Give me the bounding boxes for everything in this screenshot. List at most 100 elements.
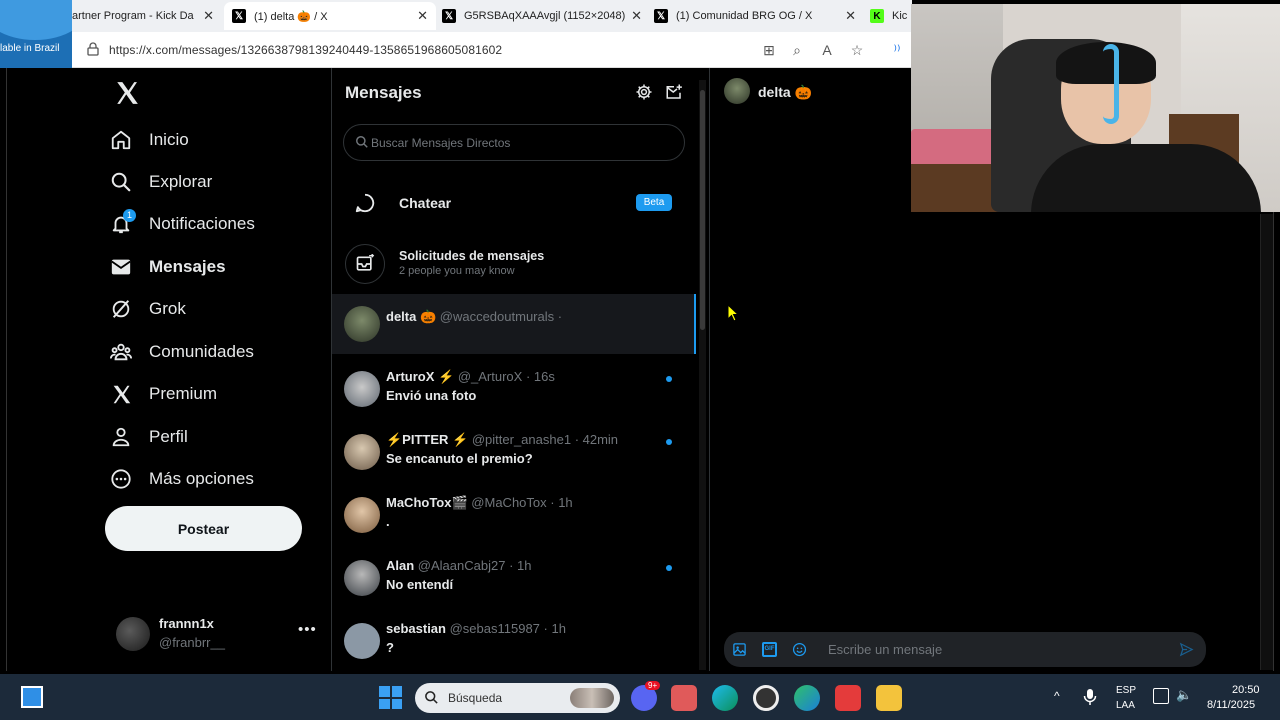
chat-bubble-icon xyxy=(354,192,376,214)
conversation-row[interactable]: sebastian @sebas115987 · 1h ? xyxy=(332,609,696,669)
sidebar-item-label: Comunidades xyxy=(149,342,254,361)
conversation-row-selected[interactable]: delta 🎃 @waccedoutmurals · xyxy=(332,294,696,354)
streaming-app-icon[interactable] xyxy=(835,685,861,711)
gear-icon[interactable] xyxy=(635,83,653,101)
page-scrollbar[interactable] xyxy=(1260,214,1273,670)
sidebar-item-notificaciones[interactable]: 1 Notificaciones xyxy=(110,209,255,239)
sidebar-item-inicio[interactable]: Inicio xyxy=(110,125,189,155)
conversation-header: MaChoTox🎬 @MaChoTox · 1h xyxy=(386,495,573,511)
speaker-icon[interactable]: 🔈 xyxy=(1176,687,1192,703)
side-window-fragment: lable in Brazil xyxy=(0,0,72,68)
address-bar[interactable]: https://x.com/messages/13266387981392404… xyxy=(72,32,912,68)
avatar xyxy=(344,497,380,533)
sidebar-item-comunidades[interactable]: Comunidades xyxy=(110,337,254,367)
home-icon xyxy=(110,129,132,151)
close-icon[interactable]: ✕ xyxy=(845,8,856,24)
microphone-icon[interactable] xyxy=(1083,688,1097,706)
sidebar-item-label: Grok xyxy=(149,299,186,318)
x-favicon-icon: 𝕏 xyxy=(442,9,456,23)
avatar[interactable] xyxy=(724,78,750,104)
sidebar-item-mensajes[interactable]: Mensajes xyxy=(110,252,226,282)
close-icon[interactable]: ✕ xyxy=(203,8,214,24)
conversation-row[interactable]: ⚡PITTER ⚡ @pitter_anashe1 · 42min Se enc… xyxy=(332,420,696,482)
sidebar-item-perfil[interactable]: Perfil xyxy=(110,422,188,452)
emoji-icon[interactable] xyxy=(792,642,807,657)
conversation-row[interactable]: MaChoTox🎬 @MaChoTox · 1h . xyxy=(332,483,696,545)
start-button-icon[interactable] xyxy=(379,686,402,709)
discord-badge: 9+ xyxy=(645,681,661,690)
new-message-icon[interactable] xyxy=(665,83,683,101)
clock-date[interactable]: 8/11/2025 xyxy=(1207,699,1255,711)
apps-icon[interactable]: ⊞ xyxy=(760,41,778,59)
conversation-time: · 1h xyxy=(543,621,566,636)
network-icon[interactable] xyxy=(1153,688,1169,704)
favorite-star-icon[interactable]: ☆ xyxy=(848,41,866,59)
more-horizontal-icon[interactable]: ••• xyxy=(298,621,317,638)
browser-tab[interactable]: artner Program - Kick Da ✕ xyxy=(72,2,222,30)
conversation-row[interactable]: Alan @AlaanCabj27 · 1h No entendí xyxy=(332,546,696,608)
composer-placeholder: Escribe un mensaje xyxy=(828,642,943,657)
sidebar-item-explorar[interactable]: Explorar xyxy=(110,167,212,197)
browser-tab[interactable]: 𝕏 (1) Comunidad BRG OG / X ✕ xyxy=(654,2,864,30)
message-composer[interactable]: GIF Escribe un mensaje xyxy=(724,632,1206,667)
sidebar-item-grok[interactable]: Grok xyxy=(110,294,186,324)
sidebar-item-label: Notificaciones xyxy=(149,214,255,233)
language-2[interactable]: LAA xyxy=(1116,700,1135,711)
conversation-handle: @MaChoTox xyxy=(471,495,547,510)
scrollbar[interactable] xyxy=(699,80,706,670)
sidebar-item-label: Más opciones xyxy=(149,469,254,488)
account-name: frannn1x xyxy=(159,616,214,631)
taskbar-search[interactable]: Búsqueda xyxy=(415,683,620,713)
discord-icon[interactable]: 9+ xyxy=(631,681,661,711)
requests-subtitle: 2 people you may know xyxy=(399,265,515,277)
send-icon[interactable] xyxy=(1179,642,1194,657)
search-input[interactable]: Buscar Mensajes Directos xyxy=(343,124,685,161)
close-icon[interactable]: ✕ xyxy=(417,8,428,24)
conversation-header: sebastian @sebas115987 · 1h xyxy=(386,621,566,636)
communities-icon xyxy=(110,341,132,363)
tab-label: (1) Comunidad BRG OG / X xyxy=(676,10,813,22)
tab-label: G5RSBAqXAAAvgjl (1152×2048) xyxy=(464,10,626,22)
url-text[interactable]: https://x.com/messages/13266387981392404… xyxy=(109,43,502,57)
gif-icon[interactable]: GIF xyxy=(762,642,777,657)
folder-icon[interactable] xyxy=(876,685,902,711)
edge-icon[interactable] xyxy=(712,685,738,711)
browser-tab[interactable]: 𝕏 G5RSBAqXAAAvgjl (1152×2048) ✕ xyxy=(442,2,650,30)
sidebar-item-label: Perfil xyxy=(149,427,188,446)
account-switcher[interactable]: frannn1x @franbrr__ ••• xyxy=(114,615,326,655)
message-requests-row[interactable]: Solicitudes de mensajes 2 people you may… xyxy=(332,236,696,292)
side-fragment-text: lable in Brazil xyxy=(0,43,60,54)
telegram-icon[interactable] xyxy=(671,685,697,711)
browser-tab[interactable]: K Kic xyxy=(870,2,912,30)
conversation-row[interactable]: ArturoX ⚡ @_ArturoX · 16s Envió una foto xyxy=(332,357,696,419)
post-button[interactable]: Postear xyxy=(105,506,302,551)
unread-dot xyxy=(666,376,672,382)
search-icon xyxy=(424,690,439,705)
obs-icon[interactable] xyxy=(753,685,779,711)
chat-title[interactable]: delta 🎃 xyxy=(758,84,812,101)
conversation-handle: @sebas115987 xyxy=(449,621,540,636)
language-1[interactable]: ESP xyxy=(1116,685,1136,696)
conversation-header: ⚡PITTER ⚡ @pitter_anashe1 · 42min xyxy=(386,432,618,448)
read-aloud-icon[interactable]: A xyxy=(818,41,836,59)
requests-title: Solicitudes de mensajes xyxy=(399,249,545,263)
close-icon[interactable]: ✕ xyxy=(631,8,642,24)
x-favicon-icon: 𝕏 xyxy=(232,9,246,23)
conversation-handle: @AlaanCabj27 xyxy=(417,558,506,573)
chat-row[interactable]: Chatear Beta xyxy=(332,180,696,226)
image-icon[interactable] xyxy=(732,642,747,657)
clock-time[interactable]: 20:50 xyxy=(1232,684,1260,696)
chevron-up-icon[interactable]: ^ xyxy=(1054,689,1060,703)
x-logo-icon[interactable] xyxy=(114,80,140,106)
sidebar-item-premium[interactable]: Premium xyxy=(110,379,217,409)
conversation-handle: @waccedoutmurals · xyxy=(439,309,563,324)
search-icon xyxy=(110,171,132,193)
scrollbar-thumb[interactable] xyxy=(700,90,705,330)
zoom-icon[interactable]: ⌕ xyxy=(788,41,806,59)
sidebar-item-mas-opciones[interactable]: Más opciones xyxy=(110,464,254,494)
windows-widget-icon[interactable] xyxy=(21,686,43,708)
browser-tab-active[interactable]: 𝕏 (1) delta 🎃 / X ✕ xyxy=(224,2,436,30)
copilot-icon[interactable]: ⁾⁾ xyxy=(888,41,906,59)
tab-label: artner Program - Kick Da xyxy=(72,10,194,22)
edge-beta-icon[interactable] xyxy=(794,685,820,711)
